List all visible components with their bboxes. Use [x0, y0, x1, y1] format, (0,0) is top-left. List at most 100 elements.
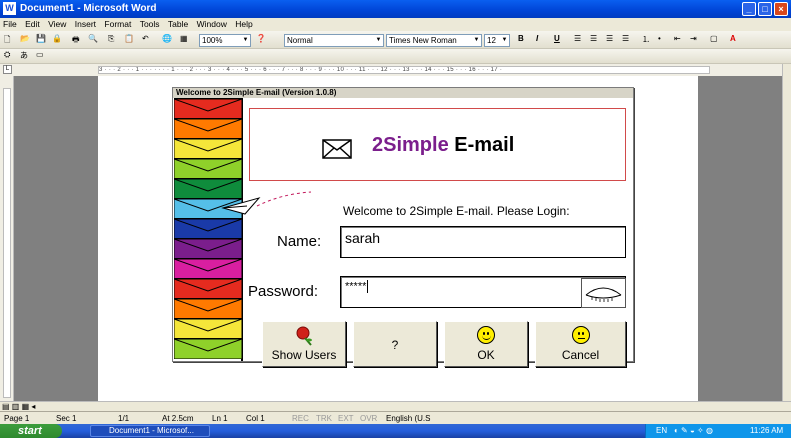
reviewing-icon[interactable]: ▭ [36, 50, 44, 63]
taskbar-item-word[interactable]: Document1 - Microsof... [90, 425, 210, 437]
dialog-title: Welcome to 2Simple E-mail (Version 1.0.8… [173, 88, 633, 98]
status-at: At 2.5cm [162, 414, 194, 423]
help-icon[interactable]: ❓ [256, 34, 266, 47]
text-cursor [367, 280, 369, 293]
vertical-ruler-scale [3, 88, 11, 398]
menu-tools[interactable]: Tools [137, 18, 163, 30]
strip-envelope-icon [174, 158, 242, 179]
logo-part2: E-mail [454, 134, 515, 156]
start-button[interactable]: start [0, 424, 62, 438]
italic-button[interactable]: I [536, 34, 538, 47]
strip-envelope-icon [174, 258, 242, 279]
ruler-scale[interactable]: 3 · · · 2 · · · 1 · · · · · · · 1 · · · … [98, 66, 710, 74]
menu-insert[interactable]: Insert [72, 18, 99, 30]
status-ovr[interactable]: OVR [360, 414, 377, 423]
happy-face-icon [445, 326, 527, 349]
status-bar: Page 1 Sec 1 1/1 At 2.5cm Ln 1 Col 1 REC… [0, 411, 791, 424]
decrease-indent-icon[interactable]: ⇤ [674, 34, 681, 47]
strip-envelope-icon [174, 138, 242, 159]
dialog-body: 2Simple E-mail Welcome to 2Simple E-mail… [173, 98, 633, 367]
open-icon[interactable]: 📂 [20, 34, 30, 47]
bold-button[interactable]: B [518, 34, 524, 47]
copy-icon[interactable]: ⎘ [108, 34, 114, 47]
status-rec[interactable]: REC [292, 414, 309, 423]
strip-envelope-icon [174, 318, 242, 339]
help-button[interactable]: ? [353, 321, 437, 367]
border-icon[interactable]: ▢ [710, 34, 718, 47]
view-buttons[interactable]: ▤ ▥ ▦ ◂ [2, 402, 35, 411]
ok-button[interactable]: OK [444, 321, 528, 367]
language-icon[interactable]: あ [20, 50, 28, 63]
chevron-down-icon: ▼ [242, 37, 249, 43]
status-section: Sec 1 [56, 414, 77, 423]
numbering-icon[interactable]: ⒈ [642, 34, 650, 47]
underline-button[interactable]: U [554, 34, 560, 47]
zoom-select[interactable]: 100% ▼ [199, 34, 251, 47]
permission-icon[interactable]: 🔒 [52, 34, 62, 47]
save-icon[interactable]: 💾 [36, 34, 46, 47]
menu-help[interactable]: Help [232, 18, 255, 30]
tray-clock: 11:26 AM [750, 426, 784, 435]
show-password-button[interactable] [581, 278, 626, 308]
vertical-ruler [0, 76, 14, 401]
hyperlink-icon[interactable]: 🌐 [162, 34, 172, 47]
new-icon[interactable]: 🗋 [4, 34, 10, 47]
increase-indent-icon[interactable]: ⇥ [690, 34, 697, 47]
strip-envelope-icon [174, 98, 242, 119]
show-users-label: Show Users [271, 348, 337, 362]
menu-window[interactable]: Window [194, 18, 230, 30]
paste-icon[interactable]: 📋 [124, 34, 134, 47]
system-tray: EN ◐ ✎ ◒ ✧ ◍ 11:26 AM [645, 424, 791, 438]
tab-selector-icon[interactable]: L [3, 65, 12, 74]
print-icon[interactable]: 🖶 [72, 34, 80, 47]
strip-envelope-icon [174, 218, 242, 239]
font-select[interactable]: Times New Roman ▼ [386, 34, 482, 47]
style-select[interactable]: Normal ▼ [284, 34, 384, 47]
close-button[interactable]: × [774, 2, 788, 16]
tray-icons[interactable]: ◐ ✎ ◒ ✧ ◍ [674, 424, 713, 438]
paper-plane-icon [221, 191, 312, 215]
name-label: Name: [277, 233, 322, 250]
eye-icon [585, 287, 622, 302]
show-users-button[interactable]: Show Users [262, 321, 346, 367]
menu-format[interactable]: Format [101, 18, 134, 30]
strip-envelope-icon [174, 278, 242, 299]
strip-envelope-icon [174, 118, 242, 139]
justify-icon[interactable]: ☰ [622, 34, 629, 47]
maximize-button[interactable]: □ [758, 2, 772, 16]
align-right-icon[interactable]: ☰ [606, 34, 613, 47]
minimize-button[interactable]: _ [742, 2, 756, 16]
menu-file[interactable]: File [0, 18, 20, 30]
menu-edit[interactable]: Edit [22, 18, 43, 30]
vertical-scrollbar[interactable] [782, 64, 791, 401]
name-field[interactable]: sarah [340, 226, 626, 258]
reading-icon[interactable]: ⛭ [4, 50, 10, 63]
font-size-select[interactable]: 12 ▼ [484, 34, 510, 47]
status-line: Ln 1 [212, 414, 228, 423]
neutral-face-icon [536, 326, 625, 349]
horizontal-scrollbar[interactable]: ▤ ▥ ▦ ◂ [0, 401, 791, 411]
align-left-icon[interactable]: ☰ [574, 34, 581, 47]
bullets-icon[interactable]: • [658, 34, 661, 47]
chevron-down-icon: ▼ [501, 37, 508, 43]
table-icon[interactable]: ▦ [180, 34, 188, 47]
status-trk[interactable]: TRK [316, 414, 332, 423]
menu-table[interactable]: Table [165, 18, 191, 30]
tray-language[interactable]: EN [656, 424, 667, 438]
chevron-down-icon: ▼ [375, 37, 382, 43]
status-ext[interactable]: EXT [338, 414, 354, 423]
logo-part1: 2Simple [372, 134, 449, 156]
undo-icon[interactable]: ↶ [142, 34, 149, 47]
align-center-icon[interactable]: ☰ [590, 34, 597, 47]
app-logo: 2Simple E-mail [372, 134, 514, 157]
chevron-down-icon: ▼ [473, 37, 480, 43]
word-icon: W [3, 2, 16, 15]
font-value: Times New Roman [389, 36, 457, 45]
style-value: Normal [287, 36, 313, 45]
print-preview-icon[interactable]: 🔍 [88, 34, 98, 47]
menu-view[interactable]: View [45, 18, 69, 30]
cancel-button[interactable]: Cancel [535, 321, 626, 367]
email-login-dialog: Welcome to 2Simple E-mail (Version 1.0.8… [172, 87, 634, 367]
strip-envelope-icon [174, 298, 242, 319]
font-color-icon[interactable]: A [730, 34, 736, 47]
